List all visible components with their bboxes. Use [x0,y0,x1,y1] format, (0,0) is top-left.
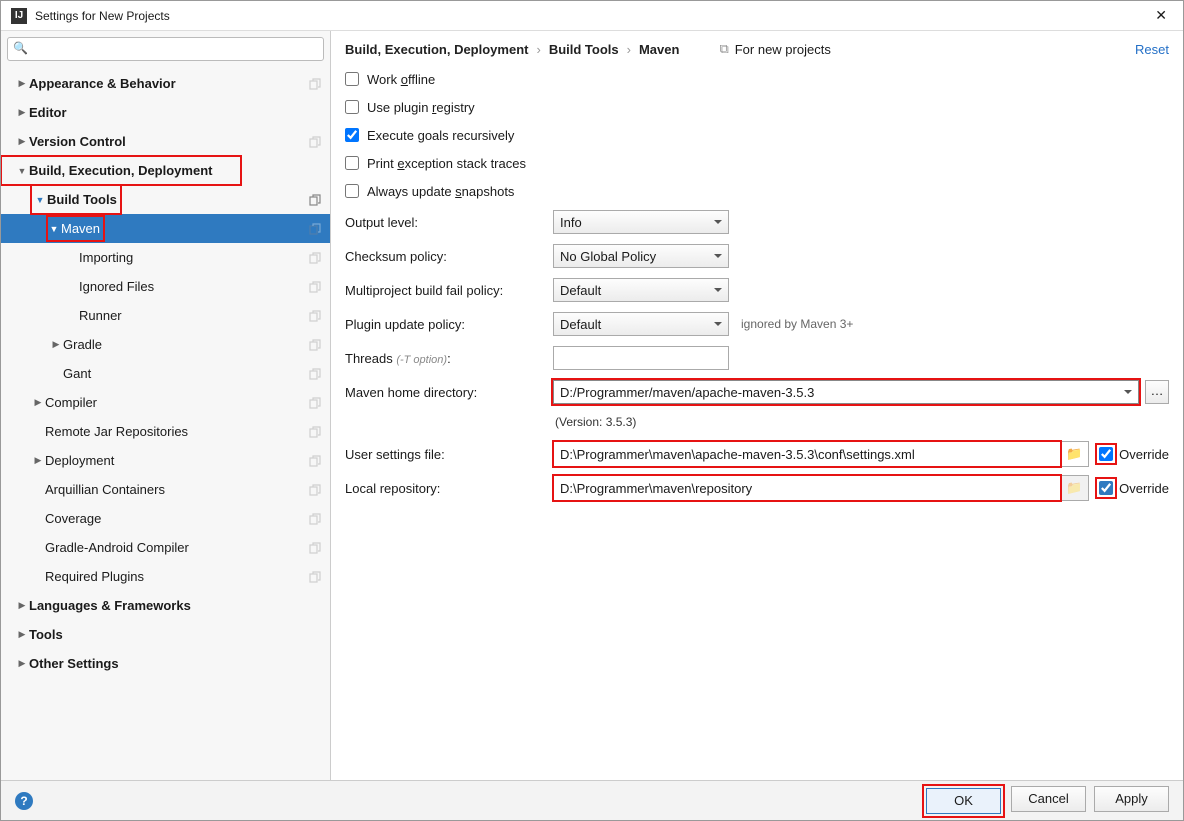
folder-icon[interactable]: 📁 [1060,446,1088,462]
plugin-update-note: ignored by Maven 3+ [741,317,853,331]
user-settings-field-wrapper: 📁 [553,441,1089,467]
output-level-label: Output level: [345,215,553,230]
copy-icon [308,338,322,352]
window-title: Settings for New Projects [35,9,1149,23]
tree-vcs[interactable]: ▶Version Control [1,127,330,156]
crumb-bed[interactable]: Build, Execution, Deployment [345,42,528,57]
tree-bed[interactable]: ▼Build, Execution, Deployment [1,156,241,185]
search-icon: 🔍 [13,41,28,55]
tree-gac[interactable]: Gradle-Android Compiler [1,533,330,562]
copy-icon [308,222,322,236]
local-repo-label: Local repository: [345,481,553,496]
close-icon[interactable]: ✕ [1149,7,1173,24]
copy-icon [308,483,322,497]
tree-deployment[interactable]: ▶Deployment [1,446,330,475]
local-repo-input[interactable] [554,476,1060,500]
crumb-maven: Maven [639,42,679,57]
copy-icon [308,367,322,381]
threads-input[interactable] [553,346,729,370]
copy-icon [308,135,322,149]
copy-icon [308,251,322,265]
tree-buildtools[interactable]: ▼Build Tools [31,185,121,214]
tree-ignored[interactable]: Ignored Files [1,272,330,301]
dialog-footer: ? OK Cancel Apply [1,780,1183,820]
multiproject-fail-label: Multiproject build fail policy: [345,283,553,298]
tree-gant[interactable]: Gant [1,359,330,388]
copy-icon [308,309,322,323]
tree-gradle[interactable]: ▶Gradle [1,330,330,359]
settings-sidebar: 🔍 ▶Appearance & Behavior ▶Editor ▶Versio… [1,31,331,780]
work-offline-check[interactable] [345,72,359,86]
search-input[interactable] [7,37,324,61]
copy-icon [308,77,322,91]
tree-runner[interactable]: Runner [1,301,330,330]
print-exception-label: Print exception stack traces [367,156,526,171]
tree-arq[interactable]: Arquillian Containers [1,475,330,504]
copy-icon [308,193,322,207]
always-update-check[interactable] [345,184,359,198]
checksum-policy-combo[interactable]: No Global Policy [553,244,729,268]
local-repo-field-wrapper: 📁 [553,475,1089,501]
tree-coverage[interactable]: Coverage [1,504,330,533]
reset-link[interactable]: Reset [1135,42,1169,57]
execute-goals-check[interactable] [345,128,359,142]
threads-label: Threads (-T option): [345,351,553,366]
always-update-label: Always update snapshots [367,184,514,199]
override-label: Override [1119,447,1169,462]
settings-tree: ▶Appearance & Behavior ▶Editor ▶Version … [1,67,330,780]
ok-button[interactable]: OK [926,788,1001,814]
tree-maven[interactable]: ▼Maven ▼Maven [1,214,330,243]
plugin-update-label: Plugin update policy: [345,317,553,332]
use-plugin-registry-label: Use plugin registry [367,100,475,115]
maven-home-browse-button[interactable]: … [1145,380,1169,404]
tree-tools[interactable]: ▶Tools [1,620,330,649]
copy-icon [308,425,322,439]
execute-goals-label: Execute goals recursively [367,128,514,143]
copy-icon [308,454,322,468]
copy-icon [308,396,322,410]
main-panel: Build, Execution, Deployment› Build Tool… [331,31,1183,780]
tree-importing[interactable]: Importing [1,243,330,272]
print-exception-check[interactable] [345,156,359,170]
output-level-combo[interactable]: Info [553,210,729,234]
copy-icon: ⧉ [719,41,728,57]
breadcrumb: Build, Execution, Deployment› Build Tool… [331,31,1183,65]
tree-compiler[interactable]: ▶Compiler [1,388,330,417]
copy-icon [308,512,322,526]
apply-button[interactable]: Apply [1094,786,1169,812]
plugin-update-combo[interactable]: Default [553,312,729,336]
maven-home-combo[interactable]: D:/Programmer/maven/apache-maven-3.5.3 [553,380,1139,404]
local-repo-override-check[interactable] [1099,481,1113,495]
maven-version-label: (Version: 3.5.3) [553,409,1169,437]
tree-other[interactable]: ▶Other Settings [1,649,330,678]
copy-icon [308,280,322,294]
search-box: 🔍 [7,37,324,61]
tree-editor[interactable]: ▶Editor [1,98,330,127]
user-settings-override-check[interactable] [1099,447,1113,461]
maven-form: Work offline Use plugin registry Execute… [331,65,1183,780]
maven-home-label: Maven home directory: [345,385,553,400]
checksum-policy-label: Checksum policy: [345,249,553,264]
help-icon[interactable]: ? [15,792,33,810]
tree-reqplug[interactable]: Required Plugins [1,562,330,591]
user-settings-input[interactable] [554,442,1060,466]
user-settings-label: User settings file: [345,447,553,462]
titlebar: IJ Settings for New Projects ✕ [1,1,1183,31]
crumb-buildtools[interactable]: Build Tools [549,42,619,57]
cancel-button[interactable]: Cancel [1011,786,1086,812]
tree-appearance[interactable]: ▶Appearance & Behavior [1,69,330,98]
work-offline-label: Work offline [367,72,435,87]
folder-icon[interactable]: 📁 [1060,480,1088,496]
multiproject-fail-combo[interactable]: Default [553,278,729,302]
override-label: Override [1119,481,1169,496]
scope-hint: ⧉For new projects [719,41,830,57]
copy-icon [308,541,322,555]
copy-icon [308,570,322,584]
tree-remotejar[interactable]: Remote Jar Repositories [1,417,330,446]
app-icon: IJ [11,8,27,24]
tree-langfw[interactable]: ▶Languages & Frameworks [1,591,330,620]
use-plugin-registry-check[interactable] [345,100,359,114]
